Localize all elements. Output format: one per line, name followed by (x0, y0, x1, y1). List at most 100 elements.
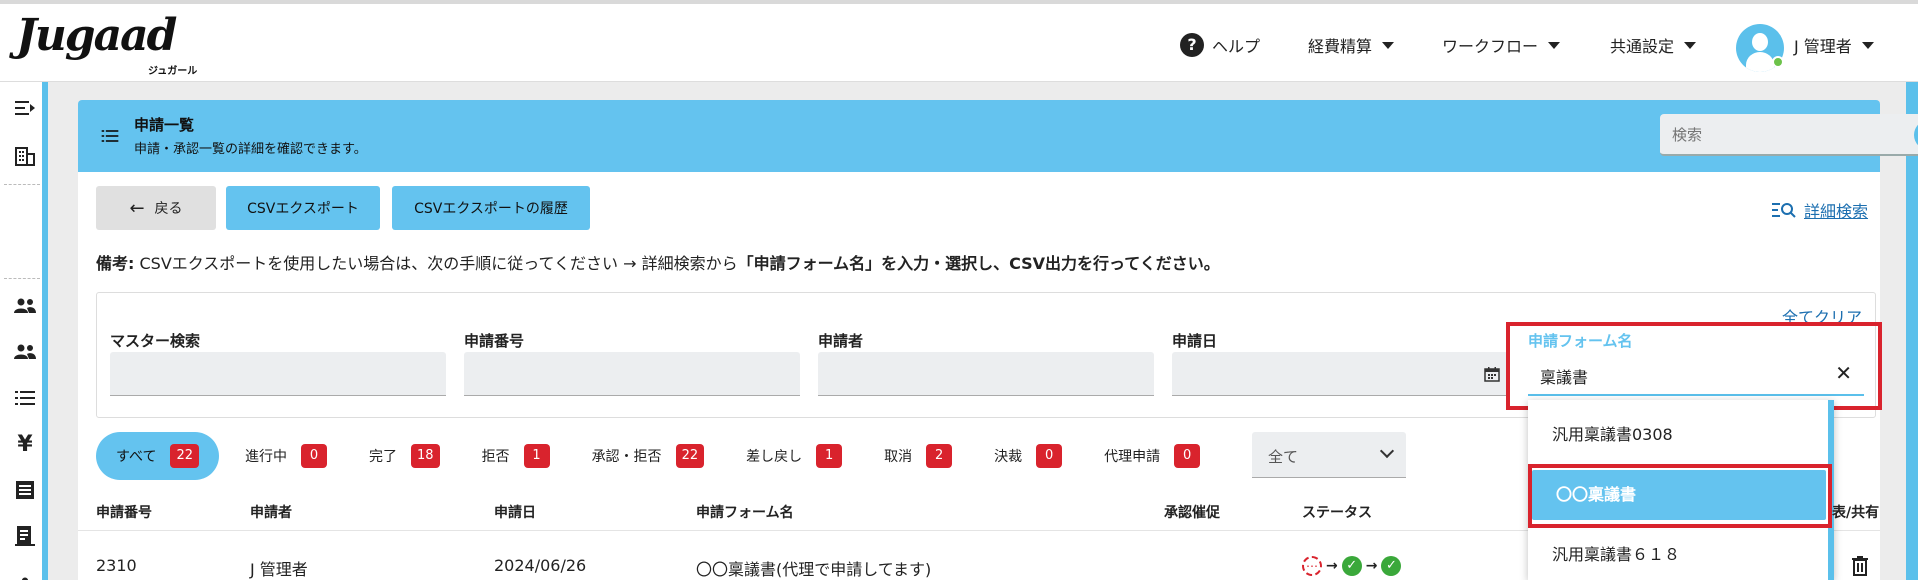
caret-down-icon (1684, 41, 1697, 49)
nav-workflow[interactable]: ワークフロー (1442, 28, 1561, 62)
tab-all[interactable]: すべて 22 (96, 432, 220, 480)
cell-form[interactable]: 〇〇稟議書(代理で申請してます) (696, 556, 931, 580)
yen-icon[interactable]: ¥ (12, 432, 38, 458)
status-select[interactable]: 全て (1252, 432, 1406, 478)
tab-decision[interactable]: 決裁 0 (978, 432, 1078, 480)
help-label: ヘルプ (1212, 37, 1261, 56)
request-date-label: 申請日 (1172, 332, 1218, 350)
tab-label: 進行中 (245, 449, 288, 465)
csv-history-label: CSVエクスポートの履歴 (414, 201, 568, 217)
receipt-icon[interactable] (12, 524, 38, 550)
logo[interactable]: Jugaad ジュガール (16, 12, 206, 78)
column-header-form[interactable]: 申請フォーム名 (696, 502, 794, 522)
csv-export-label: CSVエクスポート (247, 201, 359, 217)
online-status-dot (1772, 56, 1784, 68)
user-name: J 管理者 (1794, 37, 1852, 56)
cell-number[interactable]: 2310 (96, 556, 137, 575)
status-select-value: 全て (1268, 448, 1299, 466)
dropdown-option[interactable]: 汎用稟議書0308 (1528, 410, 1828, 460)
count-badge: 22 (170, 444, 200, 468)
user-menu[interactable]: J 管理者 (1794, 28, 1874, 62)
column-header-status[interactable]: ステータス (1302, 502, 1372, 522)
csv-history-button[interactable]: CSVエクスポートの履歴 (392, 186, 590, 230)
tab-cancelled[interactable]: 取消 2 (868, 432, 968, 480)
advanced-search-label: 詳細検索 (1804, 202, 1869, 221)
calendar-icon[interactable] (1484, 366, 1500, 382)
check-icon: ✓ (1341, 556, 1362, 576)
list-icon[interactable] (12, 386, 38, 412)
cell-date: 2024/06/26 (494, 556, 587, 575)
tab-label: 完了 (369, 449, 398, 465)
tab-completed[interactable]: 完了 18 (353, 432, 456, 480)
status-flow: ⋯ → ✓ → ✓ (1302, 556, 1402, 576)
arrow-left-icon: ← (129, 197, 145, 219)
master-search-input[interactable] (110, 352, 446, 396)
master-search-label: マスター検索 (110, 332, 201, 350)
tab-proxy[interactable]: 代理申請 0 (1088, 432, 1216, 480)
page-subtitle: 申請・承認一覧の詳細を確認できます。 (134, 142, 367, 157)
count-badge: 1 (523, 444, 550, 468)
sidebar: ¥ • (0, 82, 48, 580)
logo-text: Jugaad (16, 10, 177, 61)
sidebar-accent-strip (42, 82, 48, 580)
search-box (1660, 114, 1918, 156)
tab-label: すべて (116, 449, 157, 465)
dropdown-option[interactable]: 汎用稟議書６１８ (1528, 530, 1828, 580)
help-icon: ? (1180, 33, 1204, 57)
tab-rejected[interactable]: 拒否 1 (466, 432, 566, 480)
pending-icon: ⋯ (1302, 556, 1322, 576)
note-text: 備考: CSVエクスポートを使用したい場合は、次の手順に従ってください → 詳細… (96, 250, 1220, 274)
advanced-search-link[interactable]: 詳細検索 (1772, 198, 1868, 222)
nav-workflow-label: ワークフロー (1442, 37, 1539, 56)
building-icon[interactable] (12, 144, 38, 170)
trash-icon[interactable] (1852, 556, 1868, 576)
tab-label: 代理申請 (1104, 449, 1161, 465)
tab-label: 取消 (884, 449, 913, 465)
help-link[interactable]: ? ヘルプ (1180, 28, 1260, 62)
highlight-box-selected-option (1528, 464, 1832, 528)
expand-menu-icon[interactable] (12, 96, 38, 122)
tab-label: 差し戻し (746, 449, 803, 465)
applicant-input[interactable] (818, 352, 1154, 396)
more-icon[interactable]: • (12, 570, 38, 580)
page-title: 申請一覧 (134, 116, 195, 134)
note-emphasis: 「申請フォーム名」を入力・選択し、CSV出力を行ってください。 (737, 254, 1220, 273)
users-icon[interactable] (12, 294, 38, 320)
count-badge: 0 (301, 444, 328, 468)
note-body: CSVエクスポートを使用したい場合は、次の手順に従ってください → 詳細検索から (139, 254, 738, 273)
caret-down-icon (1861, 41, 1874, 49)
column-header-applicant[interactable]: 申請者 (250, 502, 292, 522)
chevron-down-icon (1379, 443, 1395, 459)
column-header-reminder[interactable]: 承認催促 (1164, 502, 1220, 522)
nav-settings-label: 共通設定 (1610, 37, 1675, 56)
tab-in-progress[interactable]: 進行中 0 (229, 432, 343, 480)
tab-label: 拒否 (481, 449, 510, 465)
count-badge: 18 (411, 444, 440, 468)
page-scrollbar[interactable] (1906, 82, 1918, 580)
tab-approve-reject[interactable]: 承認・拒否 22 (576, 432, 721, 480)
nav-common-settings[interactable]: 共通設定 (1610, 28, 1697, 62)
list-icon (100, 126, 120, 150)
search-button[interactable] (1914, 120, 1918, 150)
note-label: 備考: (96, 254, 135, 273)
column-header-date[interactable]: 申請日 (494, 502, 536, 522)
count-badge: 0 (1036, 444, 1063, 468)
document-icon[interactable] (12, 478, 38, 504)
nav-expense[interactable]: 経費精算 (1308, 28, 1395, 62)
column-header-number[interactable]: 申請番号 (96, 502, 152, 522)
applicant-label: 申請者 (818, 332, 864, 350)
count-badge: 2 (926, 444, 953, 468)
caret-down-icon (1548, 41, 1561, 49)
panel-header: 申請一覧 申請・承認一覧の詳細を確認できます。 (78, 100, 1918, 172)
highlight-box-form-name (1506, 322, 1882, 410)
csv-export-button[interactable]: CSVエクスポート (226, 186, 380, 230)
group-icon[interactable] (12, 340, 38, 366)
tab-returned[interactable]: 差し戻し 1 (730, 432, 858, 480)
count-badge: 0 (1174, 444, 1201, 468)
search-input[interactable] (1672, 123, 1902, 147)
back-button[interactable]: ← 戻る (96, 186, 216, 230)
request-date-input[interactable] (1172, 352, 1508, 396)
request-number-input[interactable] (464, 352, 800, 396)
cell-applicant: J 管理者 (250, 560, 308, 579)
sidebar-divider (4, 278, 40, 279)
